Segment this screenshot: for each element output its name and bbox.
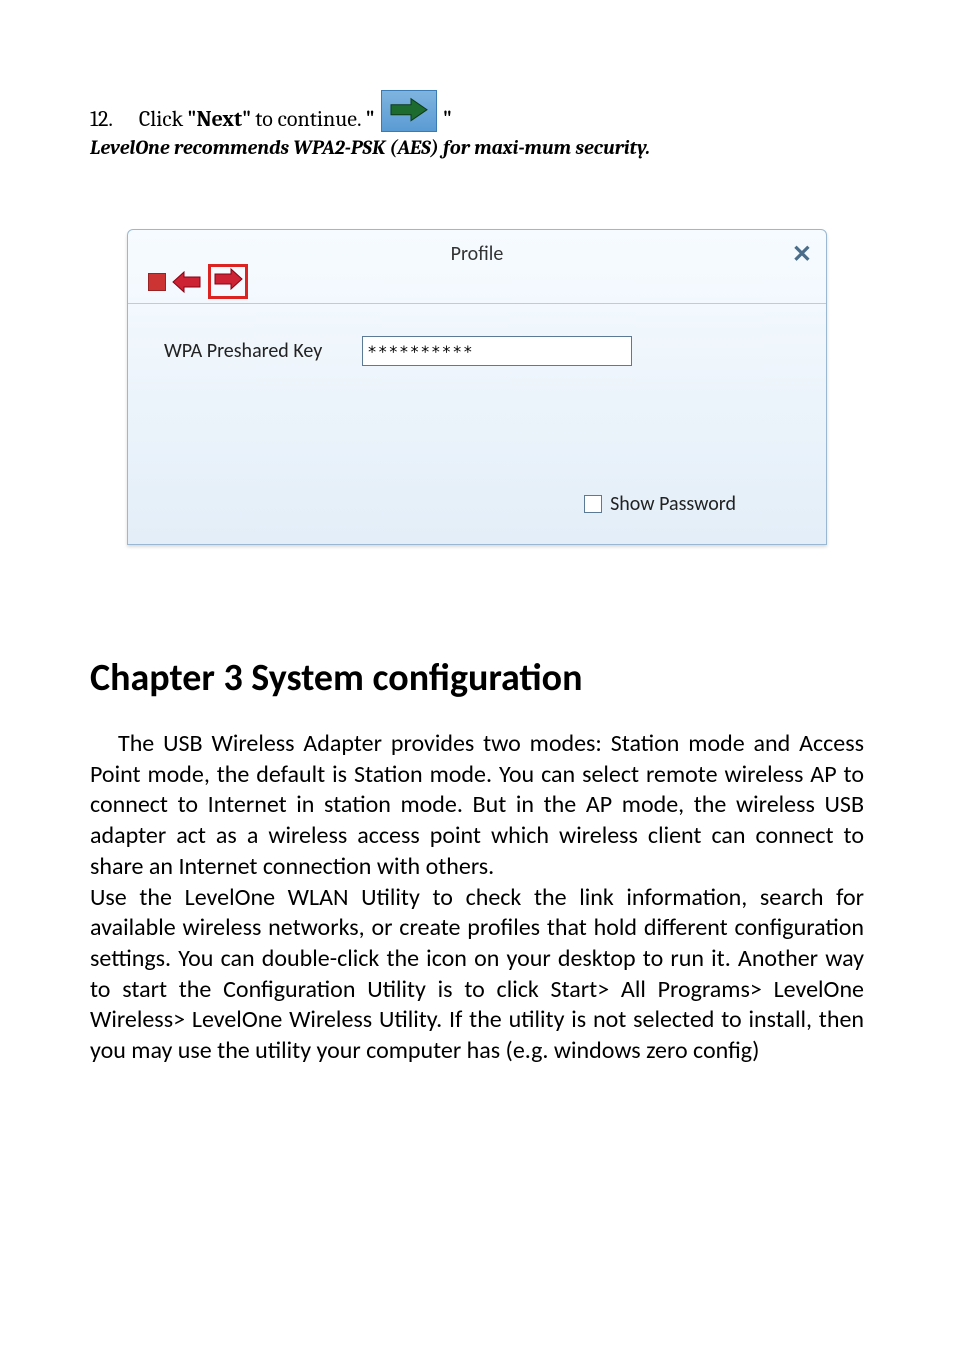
dialog-body: WPA Preshared Key Show Password (128, 304, 826, 544)
wpa-key-input[interactable] (362, 336, 632, 366)
profile-dialog: Profile ✕ WP (127, 229, 827, 545)
nav-icon-group (148, 264, 248, 299)
stop-icon[interactable] (148, 273, 166, 291)
wpa-key-label: WPA Preshared Key (164, 339, 322, 363)
show-password-row[interactable]: Show Password (584, 492, 736, 516)
quote-close: " (443, 106, 452, 132)
quote-open: " (366, 106, 375, 132)
dialog-title: Profile (451, 242, 504, 266)
chapter-body: The USB Wireless Adapter provides two mo… (90, 729, 864, 1067)
close-icon[interactable]: ✕ (792, 240, 812, 269)
back-arrow-icon[interactable] (172, 271, 202, 293)
dialog-titlebar: Profile ✕ (128, 230, 826, 304)
step-instruction: 12. Click "Next" to continue. " " (90, 90, 864, 132)
show-password-label: Show Password (610, 492, 736, 516)
step-mid: to continue. (255, 106, 361, 132)
step-bold-next: "Next" (187, 106, 251, 132)
step-number: 12. (90, 106, 113, 132)
forward-arrow-highlight (208, 264, 248, 299)
recommendation-text: LevelOne recommends WPA2-PSK (AES) for m… (90, 136, 864, 159)
chapter-heading: Chapter 3 System configuration (90, 655, 864, 701)
forward-arrow-icon[interactable] (213, 268, 243, 295)
next-arrow-icon (381, 90, 437, 132)
show-password-checkbox[interactable] (584, 495, 602, 513)
para2: Use the LevelOne WLAN Utility to check t… (90, 883, 864, 1066)
step-prefix: Click (139, 106, 183, 132)
para1: The USB Wireless Adapter provides two mo… (90, 729, 864, 881)
